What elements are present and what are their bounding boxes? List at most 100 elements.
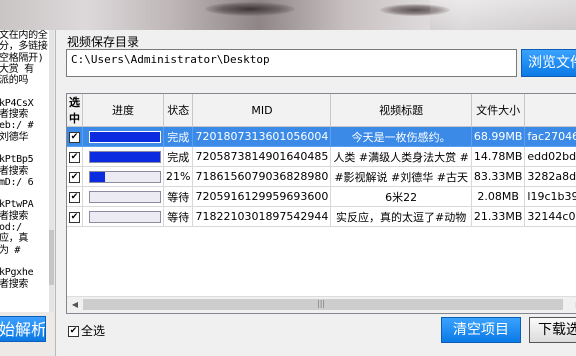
extra-cell: l19c1b394b <box>524 186 576 207</box>
link-text-line <box>0 188 49 199</box>
link-text-line: kPtwPA <box>0 199 34 211</box>
size-cell: 2.08MB <box>471 186 526 207</box>
link-text-line: 应，真 <box>0 233 29 245</box>
empty-row <box>67 227 576 247</box>
checkbox-icon[interactable]: ✔ <box>69 131 80 143</box>
status-cell: 21% <box>163 166 194 187</box>
table-row[interactable]: ✔ 等待72059161299596936006米222.08MBl19c1b39… <box>67 186 576 207</box>
link-text-line: 者搜索 <box>0 210 29 222</box>
video-list-table: 选中 进度 状态 MID 视频标题 文件大小 ✔ 完成 72018073136010… <box>66 93 576 314</box>
column-header-mid[interactable]: MID <box>192 94 332 127</box>
table-row[interactable]: ✔ 完成 7201807313601056004 今天是一枚伤感约。 68.99MB fa… <box>67 126 576 147</box>
link-text-line: od:/ <box>0 222 22 234</box>
clear-items-button[interactable]: 清空项目 <box>441 317 521 343</box>
status-cell: 完成 <box>163 126 194 147</box>
mid-cell: 7201807313601056004 <box>192 126 332 147</box>
save-directory-label: 视频保存目录 <box>67 35 140 49</box>
checkbox-icon[interactable]: ✔ <box>69 211 80 223</box>
extra-cell: fac27046ab <box>524 126 576 147</box>
link-text-line: 为 # <box>0 244 21 256</box>
scroll-left-arrow-icon[interactable]: ◀ <box>68 298 82 312</box>
checkbox-icon[interactable]: ✔ <box>69 171 80 183</box>
extra-cell: 3282a8da39 <box>524 166 576 187</box>
size-cell: 21.33MB <box>471 206 526 227</box>
progress-bar <box>89 150 161 163</box>
checkbox-icon[interactable]: ✔ <box>69 191 80 203</box>
mid-cell: 7205916129959693600 <box>192 186 332 207</box>
extra-cell: edd02bd82l <box>524 146 576 167</box>
column-header-size[interactable]: 文件大小 <box>471 94 526 127</box>
column-header-select[interactable]: 选中 <box>67 94 83 127</box>
progress-cell <box>82 146 164 167</box>
checkbox-icon[interactable]: ✔ <box>69 151 80 163</box>
background-photo-strip <box>0 0 576 30</box>
link-text-line: 者搜索 <box>0 109 29 121</box>
row-select-cell[interactable]: ✔ <box>67 146 83 167</box>
column-header-title[interactable]: 视频标题 <box>330 94 472 127</box>
title-cell: 实反应，真的太逗了#动物 <box>330 206 472 227</box>
link-text-line: 分，多链接 <box>0 41 48 53</box>
progress-cell <box>82 126 164 147</box>
mid-cell: 7182210301897542944 <box>192 206 332 227</box>
progress-cell <box>82 206 164 227</box>
link-text-line <box>0 256 49 267</box>
progress-fill <box>90 151 160 162</box>
photo-detail <box>205 2 295 16</box>
scroll-right-arrow-icon[interactable]: ▶ <box>572 298 576 312</box>
status-cell: 完成 <box>163 146 194 167</box>
select-all-checkbox[interactable]: ✔ 全选 <box>68 322 105 339</box>
progress-fill <box>90 131 160 142</box>
link-text-line <box>0 143 49 154</box>
link-textarea-scrollbar[interactable] <box>49 30 54 312</box>
row-select-cell[interactable]: ✔ <box>67 166 83 187</box>
link-text-line: 大赏 有 <box>0 63 34 75</box>
column-header-status[interactable]: 状态 <box>163 94 194 127</box>
link-input-panel: 文在内的全 分，多链接 空格隔开) 大赏 有派的吗 kP4CsX 者搜索 eb:/ # 刘德… <box>0 30 56 356</box>
status-cell: 等待 <box>163 206 194 227</box>
mid-cell: 7186156079036828980 <box>192 166 332 187</box>
checkbox-icon[interactable]: ✔ <box>68 326 79 337</box>
link-text-line: 者搜索 <box>0 165 29 177</box>
link-text-line: kP4CsX <box>0 97 34 109</box>
table-row[interactable]: ✔ 完成 7205873814901640485 人类 #满级人类身法大赏 #14.7… <box>67 146 576 167</box>
link-text-line: 空格隔开) <box>0 52 44 64</box>
progress-bar <box>89 130 161 143</box>
size-cell: 83.33MB <box>471 166 526 187</box>
link-text-line: mD:/ 6 <box>0 176 34 188</box>
title-cell: 今天是一枚伤感约。 <box>330 126 472 147</box>
start-parse-button[interactable]: 始解析 <box>0 316 46 342</box>
progress-cell <box>82 186 164 207</box>
link-text-line: eb:/ # <box>0 120 34 132</box>
table-row[interactable]: ✔ 21% 7186156079036828980 #影视解说 #刘德华 #古天 83.… <box>67 166 576 187</box>
progress-fill <box>90 171 105 182</box>
title-cell: 6米22 <box>330 186 472 207</box>
title-cell: 人类 #满级人类身法大赏 # <box>330 146 472 167</box>
table-row[interactable]: ✔ 等待 7182210301897542944 实反应，真的太逗了#动物 21.33M… <box>67 206 576 227</box>
link-text-line: kPgxhe <box>0 267 34 279</box>
save-directory-input[interactable]: C:\Users\Administrator\Desktop <box>66 49 517 77</box>
size-cell: 14.78MB <box>471 146 526 167</box>
progress-cell <box>82 166 164 187</box>
empty-row <box>67 265 576 284</box>
link-text-line: 派的吗 <box>0 75 29 87</box>
status-cell: 等待 <box>163 186 194 207</box>
download-selected-button[interactable]: 下载选 <box>529 317 576 343</box>
size-cell: 68.99MB <box>471 126 526 147</box>
scrollbar-thumb[interactable] <box>49 230 54 285</box>
row-select-cell[interactable]: ✔ <box>67 126 83 147</box>
link-text-line: 刘德华 <box>0 131 29 143</box>
table-header-row: 选中 进度 状态 MID 视频标题 文件大小 <box>67 94 576 127</box>
select-all-label: 全选 <box>81 324 106 338</box>
column-header-extra[interactable] <box>524 94 576 127</box>
row-select-cell[interactable]: ✔ <box>67 186 83 207</box>
browse-folder-button[interactable]: 浏览文件 <box>521 49 576 77</box>
extra-cell: 32144c0d27 <box>524 206 576 227</box>
progress-bar <box>89 210 161 223</box>
horizontal-scrollbar[interactable]: ◀ ||| ▶ <box>67 296 576 313</box>
column-header-progress[interactable]: 进度 <box>82 94 164 127</box>
link-textarea[interactable]: 文在内的全 分，多链接 空格隔开) 大赏 有派的吗 kP4CsX 者搜索 eb:/ # 刘德… <box>0 30 49 312</box>
empty-row <box>67 246 576 265</box>
progress-bar <box>89 170 161 183</box>
row-select-cell[interactable]: ✔ <box>67 206 83 227</box>
progress-bar <box>89 190 161 203</box>
